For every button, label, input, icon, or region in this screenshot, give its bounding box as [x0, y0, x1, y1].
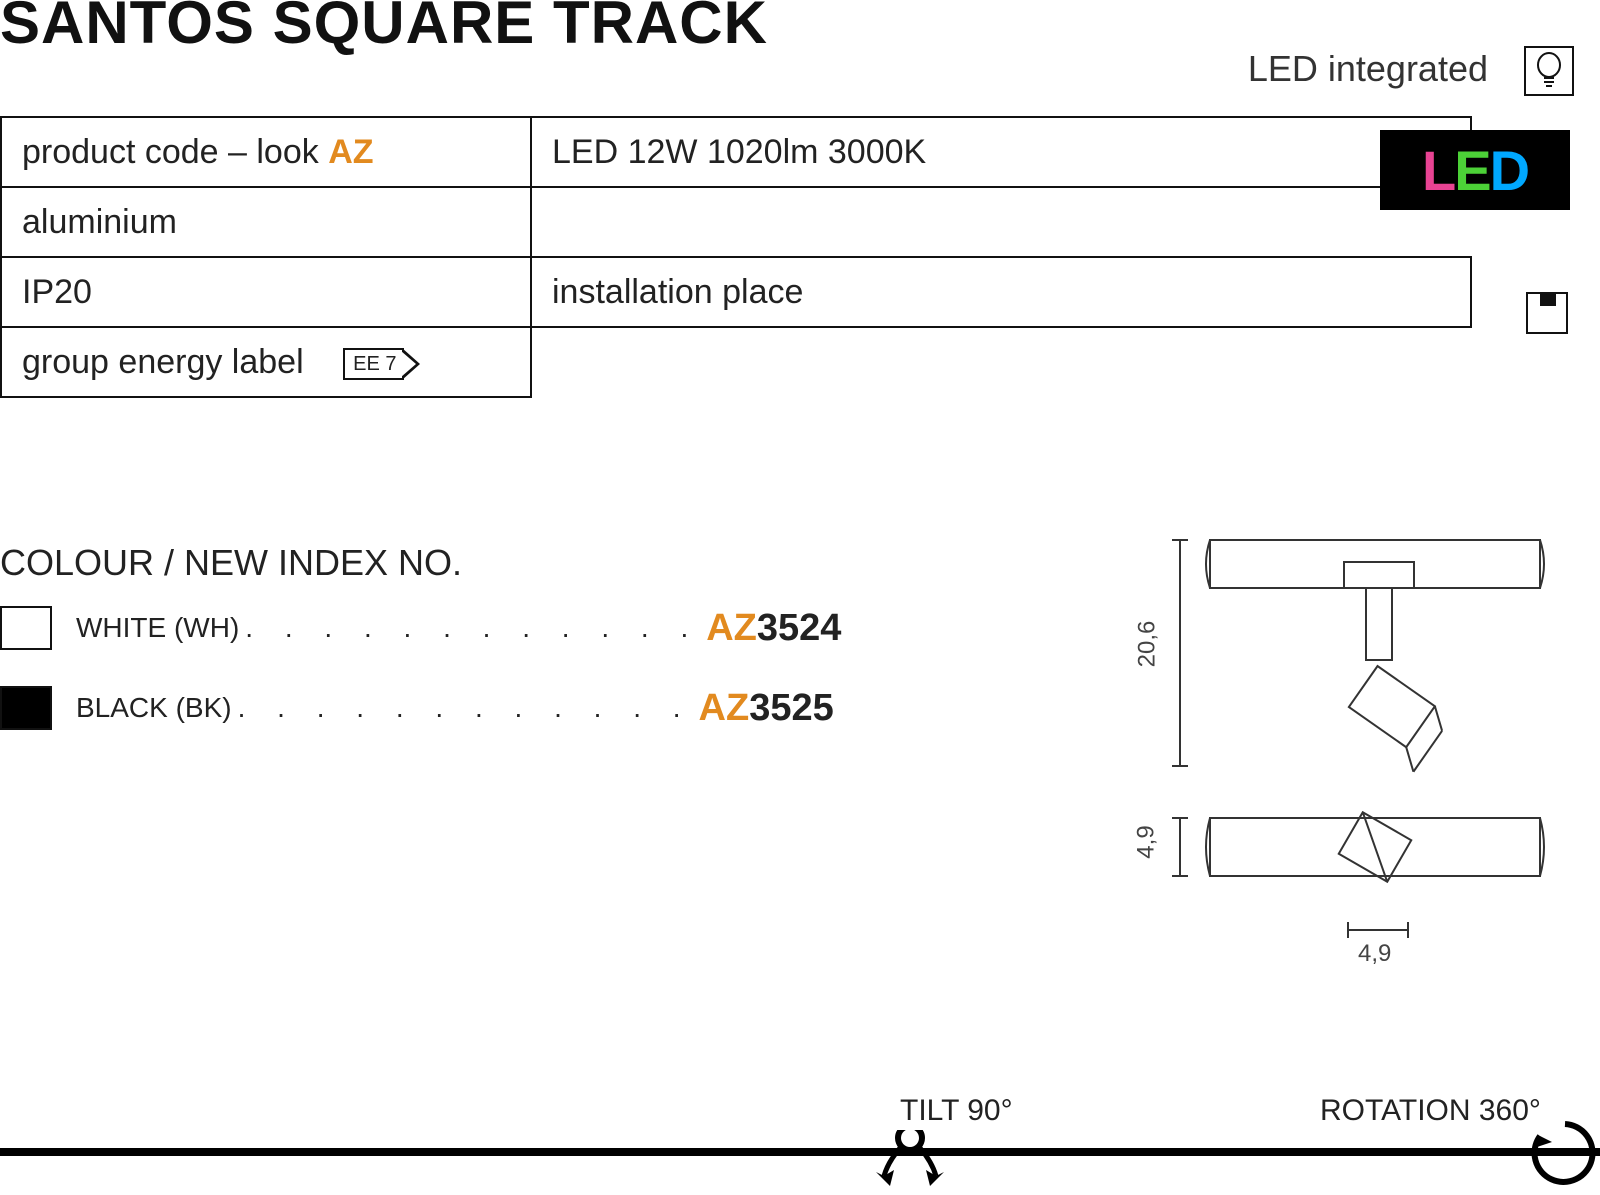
colour-name: BLACK (BK)	[76, 692, 232, 724]
energy-cell: group energy label EE 7	[1, 327, 531, 397]
tilt-label: TILT 90°	[900, 1094, 1013, 1128]
colour-row-white: WHITE (WH) . . . . . . . . . . . . AZ352…	[0, 606, 841, 650]
energy-label: group energy label	[22, 343, 304, 381]
footer-rule	[0, 1148, 1600, 1156]
swatch-black	[0, 686, 52, 730]
dots: . . . . . . . . . . . .	[238, 692, 693, 724]
ip-cell: IP20	[1, 257, 531, 327]
dim-height: 20,6	[1133, 621, 1161, 668]
rotation-icon	[1530, 1118, 1600, 1193]
material-cell: aluminium	[1, 187, 531, 257]
az-code: AZ	[328, 133, 373, 171]
dots: . . . . . . . . . . . .	[245, 612, 700, 644]
energy-badge: EE 7	[343, 348, 404, 380]
ceiling-mount-icon	[1526, 292, 1568, 334]
bulb-icon	[1524, 46, 1574, 96]
rotation-label: ROTATION 360°	[1320, 1094, 1541, 1128]
led-spec-cell: LED 12W 1020lm 3000K	[531, 117, 1471, 187]
index-code: AZ3525	[699, 687, 834, 730]
colour-header: COLOUR / NEW INDEX NO.	[0, 542, 462, 584]
led-rainbow-icon: LED	[1380, 130, 1570, 210]
product-code-label: product code – look	[22, 133, 328, 171]
led-d: D	[1490, 138, 1528, 203]
product-code-cell: product code – look AZ	[1, 117, 531, 187]
dim-width: 4,9	[1358, 940, 1391, 968]
led-integrated-label: LED integrated	[1248, 48, 1488, 90]
tilt-icon	[870, 1130, 950, 1195]
dim-depth: 4,9	[1133, 825, 1161, 858]
install-cell: installation place	[531, 257, 1471, 327]
led-e: E	[1454, 138, 1489, 203]
led-l: L	[1422, 138, 1454, 203]
index-code: AZ3524	[706, 607, 841, 650]
dimension-diagram: 20,6 4,9 4,9	[1100, 530, 1520, 975]
swatch-white	[0, 606, 52, 650]
colour-name: WHITE (WH)	[76, 612, 239, 644]
spec-table: product code – look AZ LED 12W 1020lm 30…	[0, 116, 1472, 398]
colour-row-black: BLACK (BK) . . . . . . . . . . . . AZ352…	[0, 686, 834, 730]
product-title: SANTOS SQUARE TRACK	[0, 0, 768, 57]
